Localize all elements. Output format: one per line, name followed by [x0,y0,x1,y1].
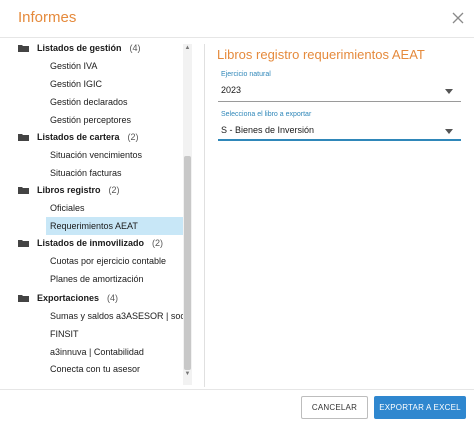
folder-icon [18,45,29,52]
ejercicio-select[interactable]: 2023 [221,85,241,95]
tree-item-gestion-iva[interactable]: Gestión IVA [46,57,97,75]
tree-group-listados-gestion[interactable]: Listados de gestión (4) [14,44,141,57]
tree-group-label: Listados de gestión [37,44,122,53]
tree-group-listados-inmovilizado[interactable]: Listados de inmovilizado (2) [14,234,163,252]
tree-scrollbar-thumb[interactable] [184,156,191,370]
folder-icon [18,295,29,302]
informes-dialog: Informes Listados de gestión (4) Gestión… [0,0,474,424]
tree-group-label: Exportaciones [37,293,100,303]
tree-group-exportaciones[interactable]: Exportaciones (4) [14,289,118,307]
tree-item-situacion-vencimientos[interactable]: Situación vencimientos [46,146,142,164]
ejercicio-label: Ejercicio natural [221,71,271,78]
export-excel-button[interactable]: EXPORTAR A EXCEL [374,396,466,419]
chevron-down-icon[interactable] [445,129,453,134]
tree-item-cuotas-ejercicio[interactable]: Cuotas por ejercicio contable [46,252,166,270]
libro-label: Selecciona el libro a exportar [221,111,312,118]
libro-select[interactable]: S - Bienes de Inversión [221,125,314,135]
tree-item-planes-amortizacion[interactable]: Planes de amortización [46,270,144,288]
tree-group-label: Listados de inmovilizado [37,238,145,248]
tree-item-gestion-perceptores[interactable]: Gestión perceptores [46,111,131,129]
tree-group-count: (2) [127,132,139,142]
folder-icon [18,240,29,247]
close-icon[interactable] [451,11,465,25]
libro-underline [218,139,461,141]
dialog-title: Informes [18,9,77,26]
scroll-up-icon[interactable]: ▲ [184,44,191,52]
tree-item-a3innuva[interactable]: a3innuva | Contabilidad [46,343,144,361]
tree-group-label: Libros registro [37,185,101,195]
tree-group-label: Listados de cartera [37,132,120,142]
cancel-button[interactable]: CANCELAR [301,396,368,419]
tree-item-finsit[interactable]: FINSIT [46,325,79,343]
tree-group-count: (2) [108,185,120,195]
tree-item-gestion-declarados[interactable]: Gestión declarados [46,93,128,111]
tree-item-gestion-igic[interactable]: Gestión IGIC [46,75,102,93]
tree-item-requerimientos-aeat[interactable]: Requerimientos AEAT [46,217,183,235]
panel-divider [204,44,205,387]
tree-item-situacion-facturas[interactable]: Situación facturas [46,164,122,182]
folder-icon [18,134,29,141]
report-tree: Listados de gestión (4) Gestión IVA Gest… [14,44,183,385]
tree-group-count: (4) [107,293,119,303]
tree-item-conecta-asesor[interactable]: Conecta con tu asesor [46,360,140,378]
scroll-down-icon[interactable]: ▼ [184,370,191,378]
panel-title: Libros registro requerimientos AEAT [217,47,425,62]
tree-group-libros-registro[interactable]: Libros registro (2) [14,181,120,199]
ejercicio-underline [218,101,461,102]
folder-icon [18,187,29,194]
tree-item-oficiales[interactable]: Oficiales [46,199,85,217]
tree-group-listados-cartera[interactable]: Listados de cartera (2) [14,128,139,146]
tree-item-sumas-saldos[interactable]: Sumas y saldos a3ASESOR | soc [46,307,183,325]
dialog-titlebar: Informes [0,0,474,38]
tree-group-count: (2) [152,238,164,248]
chevron-down-icon[interactable] [445,89,453,94]
tree-group-count: (4) [129,44,141,53]
